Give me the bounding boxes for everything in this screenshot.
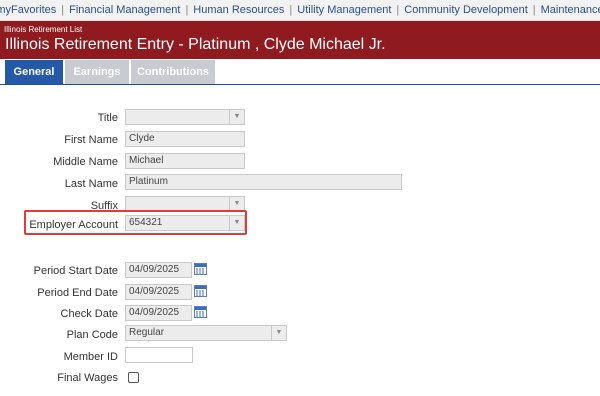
top-navigation: myFavorites | Financial Management | Hum… bbox=[0, 0, 600, 21]
nav-human-resources[interactable]: Human Resources bbox=[193, 4, 284, 16]
first-name-label: First Name bbox=[64, 134, 118, 146]
nav-financial-management[interactable]: Financial Management bbox=[69, 4, 180, 16]
plan-code-select[interactable]: Regular ▼ bbox=[125, 325, 287, 341]
nav-separator: | bbox=[61, 4, 65, 16]
nav-separator: | bbox=[185, 4, 189, 16]
last-name-label: Last Name bbox=[64, 178, 118, 190]
nav-separator: | bbox=[532, 4, 536, 16]
plan-code-value: Regular bbox=[129, 327, 165, 338]
breadcrumb[interactable]: Illinois Retirement List bbox=[4, 25, 82, 34]
tab-bar: General Earnings Contributions bbox=[0, 59, 600, 85]
nav-maintenance[interactable]: Maintenance bbox=[541, 4, 600, 16]
calendar-icon[interactable] bbox=[194, 263, 207, 275]
tab-contributions[interactable]: Contributions bbox=[131, 60, 215, 84]
nav-separator: | bbox=[289, 4, 293, 16]
chevron-down-icon: ▼ bbox=[229, 216, 244, 230]
calendar-icon[interactable] bbox=[194, 306, 207, 318]
check-date-label: Check Date bbox=[60, 308, 118, 320]
middle-name-label: Middle Name bbox=[53, 156, 118, 168]
chevron-down-icon: ▼ bbox=[229, 110, 244, 124]
tab-earnings[interactable]: Earnings bbox=[65, 60, 129, 84]
period-start-date-label: Period Start Date bbox=[33, 265, 118, 277]
final-wages-label: Final Wages bbox=[57, 372, 118, 384]
last-name-field[interactable]: Platinum bbox=[125, 174, 402, 190]
period-start-date-field[interactable]: 04/09/2025 bbox=[125, 262, 192, 278]
middle-name-field[interactable]: Michael bbox=[125, 153, 245, 169]
period-end-date-label: Period End Date bbox=[37, 287, 118, 299]
nav-myfavorites[interactable]: myFavorites bbox=[0, 4, 56, 16]
final-wages-checkbox[interactable] bbox=[128, 372, 139, 383]
member-id-field[interactable] bbox=[125, 347, 193, 363]
calendar-icon[interactable] bbox=[194, 285, 207, 297]
chevron-down-icon: ▼ bbox=[271, 326, 286, 340]
employer-account-label: Employer Account bbox=[29, 219, 118, 231]
tab-general[interactable]: General bbox=[5, 60, 63, 84]
chevron-down-icon: ▼ bbox=[229, 197, 244, 211]
title-label: Title bbox=[97, 112, 118, 124]
check-date-field[interactable]: 04/09/2025 bbox=[125, 305, 192, 321]
period-end-date-field[interactable]: 04/09/2025 bbox=[125, 284, 192, 300]
nav-separator: | bbox=[396, 4, 400, 16]
page-title: Illinois Retirement Entry - Platinum , C… bbox=[5, 36, 386, 53]
member-id-label: Member ID bbox=[63, 351, 118, 363]
employer-account-select[interactable]: 654321 ▼ bbox=[125, 215, 245, 231]
title-select[interactable]: ▼ bbox=[125, 109, 245, 125]
plan-code-label: Plan Code bbox=[66, 329, 118, 341]
nav-utility-management[interactable]: Utility Management bbox=[297, 4, 391, 16]
employer-account-value: 654321 bbox=[129, 217, 163, 228]
page-header: Illinois Retirement List Illinois Retire… bbox=[0, 21, 600, 59]
first-name-field[interactable]: Clyde bbox=[125, 131, 245, 147]
nav-community-development[interactable]: Community Development bbox=[404, 4, 528, 16]
